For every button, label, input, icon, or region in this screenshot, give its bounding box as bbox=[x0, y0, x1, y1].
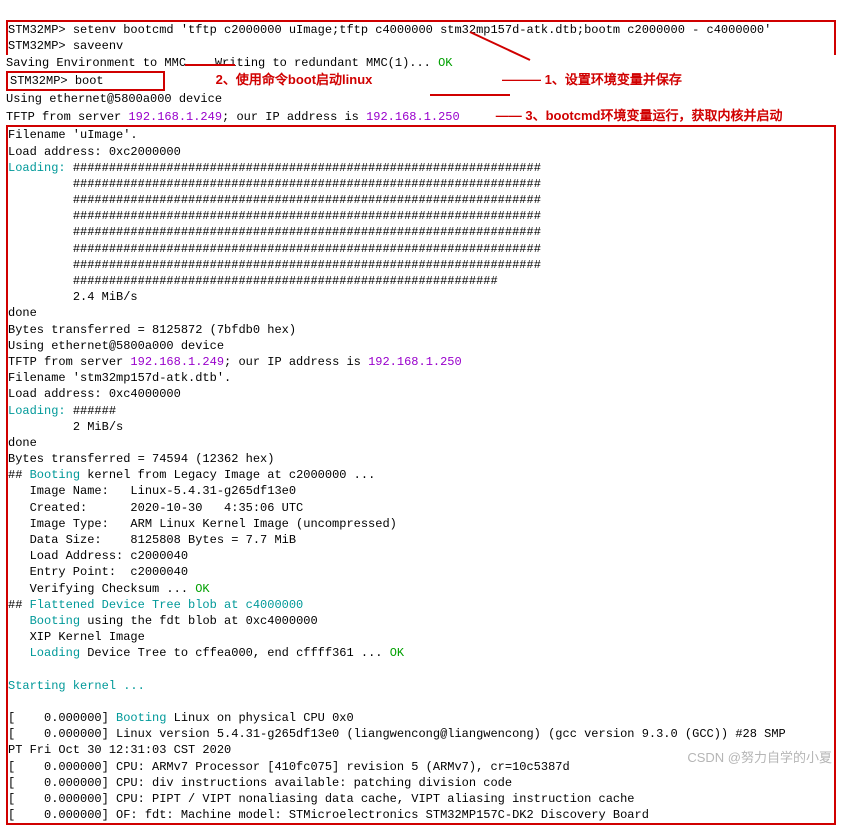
loading-label: Loading: bbox=[8, 161, 66, 175]
image-type: Image Type: ARM Linux Kernel Image (unco… bbox=[8, 517, 397, 531]
filename: Filename 'uImage'. bbox=[8, 128, 138, 142]
k-cpu2: [ 0.000000] CPU: div instructions availa… bbox=[8, 776, 512, 790]
done: done bbox=[8, 306, 37, 320]
done: done bbox=[8, 436, 37, 450]
k-version2: PT Fri Oct 30 12:31:03 CST 2020 bbox=[8, 743, 231, 757]
speed: 2.4 MiB/s bbox=[73, 290, 138, 304]
tftp-line: TFTP from server 192.168.1.249; our IP a… bbox=[6, 110, 460, 124]
prompt: STM32MP> bbox=[8, 23, 66, 37]
hash: ########################################… bbox=[73, 242, 541, 256]
booting: Booting bbox=[30, 614, 80, 628]
using-eth: Using ethernet@5800a000 device bbox=[6, 92, 222, 106]
filename2: Filename 'stm32mp157d-atk.dtb'. bbox=[8, 371, 231, 385]
booting: Booting bbox=[116, 711, 166, 725]
loading-label: Loading: bbox=[8, 404, 66, 418]
k-cpu1: [ 0.000000] CPU: ARMv7 Processor [410fc0… bbox=[8, 760, 570, 774]
box-boot: STM32MP> boot bbox=[6, 71, 165, 91]
created: Created: 2020-10-30 4:35:06 UTC bbox=[8, 501, 303, 515]
hash: ########################################… bbox=[73, 177, 541, 191]
annotation-3: —— 3、bootcmd环境变量运行，获取内核并启动 bbox=[496, 108, 783, 123]
flattened: Flattened Device Tree blob at c4000000 bbox=[22, 598, 303, 612]
image-name: Image Name: Linux-5.4.31-g265df13e0 bbox=[8, 484, 296, 498]
load-addr: Load address: 0xc2000000 bbox=[8, 145, 181, 159]
bytes2: Bytes transferred = 74594 (12362 hex) bbox=[8, 452, 274, 466]
hash: ########################################… bbox=[73, 193, 541, 207]
watermark: CSDN @努力自学的小夏 bbox=[687, 749, 832, 767]
fdt: using the fdt blob at 0xc4000000 bbox=[80, 614, 318, 628]
data-size: Data Size: 8125808 Bytes = 7.7 MiB bbox=[8, 533, 296, 547]
ok: OK bbox=[195, 582, 209, 596]
verify: Verifying Checksum ... bbox=[8, 582, 195, 596]
hash: ########################################… bbox=[73, 274, 498, 288]
devtree: Device Tree to cffea000, end cffff361 ..… bbox=[80, 646, 390, 660]
saving-env: Saving Environment to MMC... Writing to … bbox=[6, 56, 438, 70]
box-kernel: Filename 'uImage'. Load address: 0xc2000… bbox=[6, 125, 836, 825]
k-of: [ 0.000000] OF: fdt: Machine model: STMi… bbox=[8, 808, 649, 822]
speed: 2 MiB/s bbox=[73, 420, 123, 434]
k-cpu3: [ 0.000000] CPU: PIPT / VIPT nonaliasing… bbox=[8, 792, 635, 806]
xip: XIP Kernel Image bbox=[8, 630, 145, 644]
entry-point: Entry Point: c2000040 bbox=[8, 565, 188, 579]
k-version: [ 0.000000] Linux version 5.4.31-g265df1… bbox=[8, 727, 793, 741]
hash: ########################################… bbox=[73, 209, 541, 223]
hash: ########################################… bbox=[73, 258, 541, 272]
starting-kernel: Starting kernel ... bbox=[8, 679, 145, 693]
ok: OK bbox=[390, 646, 404, 660]
prompt: STM32MP> bbox=[8, 39, 66, 53]
prompt: STM32MP> bbox=[10, 74, 68, 88]
k-line: Linux on physical CPU 0x0 bbox=[166, 711, 353, 725]
k-ts: [ 0.000000] bbox=[8, 711, 116, 725]
ok: OK bbox=[438, 56, 452, 70]
booting: Booting bbox=[30, 468, 80, 482]
terminal-output: STM32MP> setenv bootcmd 'tftp c2000000 u… bbox=[0, 0, 842, 829]
legacy: kernel from Legacy Image at c2000000 ... bbox=[80, 468, 375, 482]
cmd-setenv: setenv bootcmd 'tftp c2000000 uImage;tft… bbox=[73, 23, 772, 37]
bytes: Bytes transferred = 8125872 (7bfdb0 hex) bbox=[8, 323, 296, 337]
load-addr2: Load address: 0xc4000000 bbox=[8, 387, 181, 401]
cmd-boot: boot bbox=[75, 74, 104, 88]
hash: ########################################… bbox=[73, 161, 541, 175]
hash: ###### bbox=[73, 404, 116, 418]
loading: Loading bbox=[30, 646, 80, 660]
annotation-2: 2、使用命令boot启动linux bbox=[216, 72, 373, 87]
using-eth: Using ethernet@5800a000 device bbox=[8, 339, 224, 353]
hash: ########################################… bbox=[73, 225, 541, 239]
box-setenv: STM32MP> setenv bootcmd 'tftp c2000000 u… bbox=[6, 20, 836, 54]
annotation-1: ——— 1、设置环境变量并保存 bbox=[502, 72, 682, 87]
entry-load: Load Address: c2000040 bbox=[8, 549, 188, 563]
tftp-line2: TFTP from server 192.168.1.249; our IP a… bbox=[8, 355, 462, 369]
cmd-saveenv: saveenv bbox=[73, 39, 123, 53]
